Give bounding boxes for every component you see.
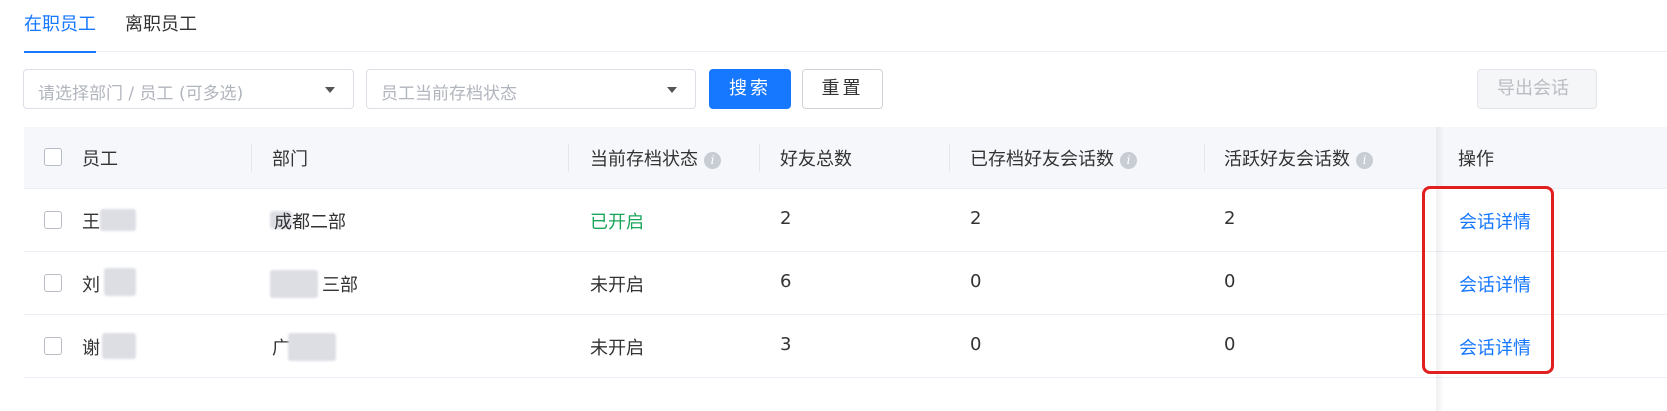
table-row: 刘 三部 未开启 6 0 0 会话详情 [24,252,1667,315]
row-checkbox[interactable] [44,274,62,292]
redaction-blur [100,209,136,231]
department-employee-select[interactable]: 请选择部门 / 员工 (可多选) [23,69,354,109]
column-header-actions: 操作 [1458,149,1494,170]
table-header: 员工 部门 当前存档状态 i 好友总数 已存档好友会话数 i 活跃好友会话数 i 操作 [24,127,1667,189]
department-name: 三部 [322,275,358,296]
redaction-blur [102,333,136,359]
redaction-blur [270,270,318,298]
column-header-friend-total: 好友总数 [780,149,852,170]
active-sessions: 2 [1224,208,1236,229]
column-header-archive-status-label: 当前存档状态 [590,149,698,170]
column-header-active-sessions-label: 活跃好友会话数 [1224,149,1350,170]
friend-total: 2 [780,208,792,229]
column-divider [759,144,760,172]
employee-table: 员工 部门 当前存档状态 i 好友总数 已存档好友会话数 i 活跃好友会话数 i 操作… [24,127,1667,411]
select-all-checkbox[interactable] [44,148,62,166]
column-divider [251,144,252,172]
tab-active-employees[interactable]: 在职员工 [24,10,96,53]
archive-status: 未开启 [590,275,644,296]
column-divider [1204,144,1205,172]
column-header-archived-sessions: 已存档好友会话数 i [970,145,1137,171]
search-button[interactable]: 搜索 [709,69,791,109]
department-select-placeholder: 请选择部门 / 员工 (可多选) [38,84,244,104]
archived-sessions: 0 [970,334,982,355]
archived-sessions: 2 [970,208,982,229]
table-row: 谢 广 未开启 3 0 0 会话详情 [24,315,1667,378]
info-icon[interactable]: i [1120,152,1137,169]
employee-tabs: 在职员工 离职员工 [24,0,1667,53]
column-divider [949,144,950,172]
friend-total: 6 [780,271,792,292]
reset-button[interactable]: 重置 [802,69,883,109]
row-checkbox[interactable] [44,211,62,229]
column-divider [568,144,569,172]
column-header-archive-status: 当前存档状态 i [590,145,721,171]
active-sessions: 0 [1224,271,1236,292]
info-icon[interactable]: i [704,152,721,169]
table-row: 王 成都二部 已开启 2 2 2 会话详情 [24,189,1667,252]
export-sessions-button[interactable]: 导出会话 [1477,69,1597,109]
column-header-department: 部门 [272,149,308,170]
status-select-placeholder: 员工当前存档状态 [381,84,517,104]
employee-name: 王 [82,212,100,233]
archive-status-select[interactable]: 员工当前存档状态 [366,69,696,109]
redaction-blur [288,333,336,361]
row-checkbox[interactable] [44,337,62,355]
caret-down-icon [325,87,335,93]
active-sessions: 0 [1224,334,1236,355]
column-header-employee: 员工 [82,149,118,170]
archive-status: 已开启 [590,212,644,233]
tab-resigned-employees[interactable]: 离职员工 [125,10,197,36]
archive-status: 未开启 [590,338,644,359]
info-icon[interactable]: i [1356,152,1373,169]
annotation-highlight-box [1422,186,1554,374]
redaction-blur [104,268,136,296]
archived-sessions: 0 [970,271,982,292]
caret-down-icon [667,87,677,93]
friend-total: 3 [780,334,792,355]
employee-name: 刘 [82,275,100,296]
department-name: 成都二部 [274,212,346,233]
employee-name: 谢 [82,338,100,359]
column-header-active-sessions: 活跃好友会话数 i [1224,145,1373,171]
column-header-archived-sessions-label: 已存档好友会话数 [970,149,1114,170]
